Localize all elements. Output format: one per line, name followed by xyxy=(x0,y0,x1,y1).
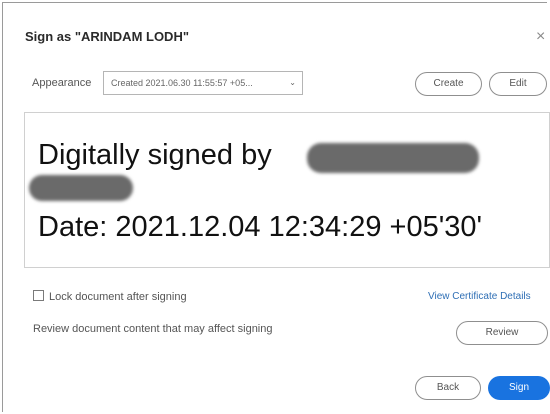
review-description: Review document content that may affect … xyxy=(33,323,273,335)
sign-button[interactable]: Sign xyxy=(488,376,550,400)
sign-dialog: Sign as "ARINDAM LODH" × Appearance Crea… xyxy=(2,2,550,412)
lock-document-checkbox[interactable] xyxy=(33,290,44,301)
chevron-down-icon: ⌄ xyxy=(289,78,296,87)
appearance-select[interactable]: Created 2021.06.30 11:55:57 +05... ⌄ xyxy=(103,71,303,95)
edit-button[interactable]: Edit xyxy=(489,72,547,96)
dialog-title: Sign as "ARINDAM LODH" xyxy=(25,29,189,44)
view-certificate-link[interactable]: View Certificate Details xyxy=(428,291,531,302)
back-button[interactable]: Back xyxy=(415,376,481,400)
redacted-name-1 xyxy=(307,143,479,173)
redacted-name-2 xyxy=(29,175,133,201)
signature-preview: Digitally signed by Date: 2021.12.04 12:… xyxy=(24,112,550,268)
lock-document-label: Lock document after signing xyxy=(49,291,187,303)
appearance-label: Appearance xyxy=(32,77,92,89)
lock-document-option[interactable]: Lock document after signing xyxy=(33,290,187,303)
signature-date-line: Date: 2021.12.04 12:34:29 +05'30' xyxy=(38,211,483,243)
review-button[interactable]: Review xyxy=(456,321,548,345)
close-icon[interactable]: × xyxy=(536,29,545,45)
appearance-selected-value: Created 2021.06.30 11:55:57 +05... xyxy=(111,78,253,88)
signature-line-1: Digitally signed by xyxy=(38,139,272,171)
create-button[interactable]: Create xyxy=(415,72,482,96)
